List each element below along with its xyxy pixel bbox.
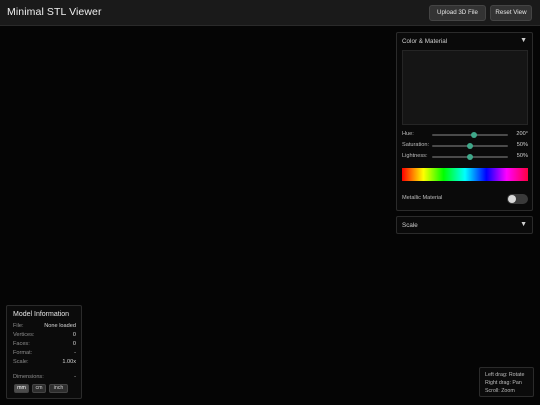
color-preview <box>402 50 528 125</box>
info-row-scale: Scale: 1.00x <box>13 359 76 367</box>
info-value: - <box>74 374 76 380</box>
collapse-arrow-icon[interactable]: ▼ <box>520 221 527 228</box>
saturation-value: 50% <box>516 142 528 148</box>
hue-spectrum-bar[interactable] <box>402 168 528 181</box>
toggle-knob <box>508 195 516 203</box>
saturation-slider-thumb[interactable] <box>467 143 473 149</box>
info-value: 0 <box>72 341 76 347</box>
upload-3d-file-button[interactable]: Upload 3D File <box>429 5 486 21</box>
top-bar: Minimal STL Viewer Upload 3D File Reset … <box>0 0 540 26</box>
metallic-material-label: Metallic Material <box>402 195 443 201</box>
app-root: Minimal STL Viewer Upload 3D File Reset … <box>0 0 540 405</box>
model-information-panel: Model Information File: None loaded Vert… <box>6 305 82 399</box>
hue-value: 200° <box>516 131 528 137</box>
lightness-label: Lightness: <box>402 153 428 159</box>
scale-title: Scale <box>402 222 418 229</box>
hue-slider-row: Hue: 200° <box>402 131 528 139</box>
info-row-faces: Faces: 0 <box>13 341 76 349</box>
app-title: Minimal STL Viewer <box>7 6 102 18</box>
unit-cm-button[interactable]: cm <box>32 384 46 393</box>
info-label: Faces: <box>13 341 30 347</box>
info-value: - <box>74 350 76 356</box>
info-label: Dimensions: <box>13 374 44 380</box>
unit-inch-button[interactable]: inch <box>49 384 68 393</box>
help-zoom: Scroll: Zoom <box>485 388 515 394</box>
info-label: Format: <box>13 350 33 356</box>
collapse-arrow-icon[interactable]: ▼ <box>520 37 527 44</box>
info-row-vertices: Vertices: 0 <box>13 332 76 340</box>
saturation-slider[interactable] <box>432 143 508 149</box>
metallic-material-toggle[interactable] <box>507 194 528 204</box>
color-material-title: Color & Material <box>402 38 448 45</box>
help-pan: Right drag: Pan <box>485 380 522 386</box>
unit-mm-button[interactable]: mm <box>14 384 29 393</box>
scale-header[interactable]: Scale ▼ <box>397 217 532 235</box>
lightness-slider[interactable] <box>432 154 508 160</box>
color-material-header[interactable]: Color & Material ▼ <box>397 33 532 51</box>
lightness-slider-row: Lightness: 50% <box>402 153 528 161</box>
reset-view-button[interactable]: Reset View <box>490 5 532 21</box>
saturation-label: Saturation: <box>402 142 430 148</box>
model-information-title: Model Information <box>13 311 70 318</box>
lightness-value: 50% <box>516 153 528 159</box>
info-row-file: File: None loaded <box>13 323 76 331</box>
info-value: 0 <box>72 332 76 338</box>
hue-slider[interactable] <box>432 132 508 138</box>
info-row-format: Format: - <box>13 350 76 358</box>
help-rotate: Left drag: Rotate <box>485 372 525 378</box>
scale-panel: Scale ▼ <box>396 216 533 234</box>
hue-label: Hue: <box>402 131 414 137</box>
hue-slider-thumb[interactable] <box>470 132 477 138</box>
info-value: None loaded <box>44 323 76 329</box>
color-material-panel: Color & Material ▼ Hue: 200° Saturation:… <box>396 32 533 211</box>
saturation-slider-row: Saturation: 50% <box>402 142 528 150</box>
controls-help-panel: Left drag: Rotate Right drag: Pan Scroll… <box>479 367 534 397</box>
lightness-slider-thumb[interactable] <box>467 154 473 160</box>
info-value: 1.00x <box>62 359 76 365</box>
info-label: File: <box>13 323 24 329</box>
info-label: Vertices: <box>13 332 35 338</box>
info-label: Scale: <box>13 359 29 365</box>
info-row-dimensions: Dimensions: - <box>13 374 76 382</box>
